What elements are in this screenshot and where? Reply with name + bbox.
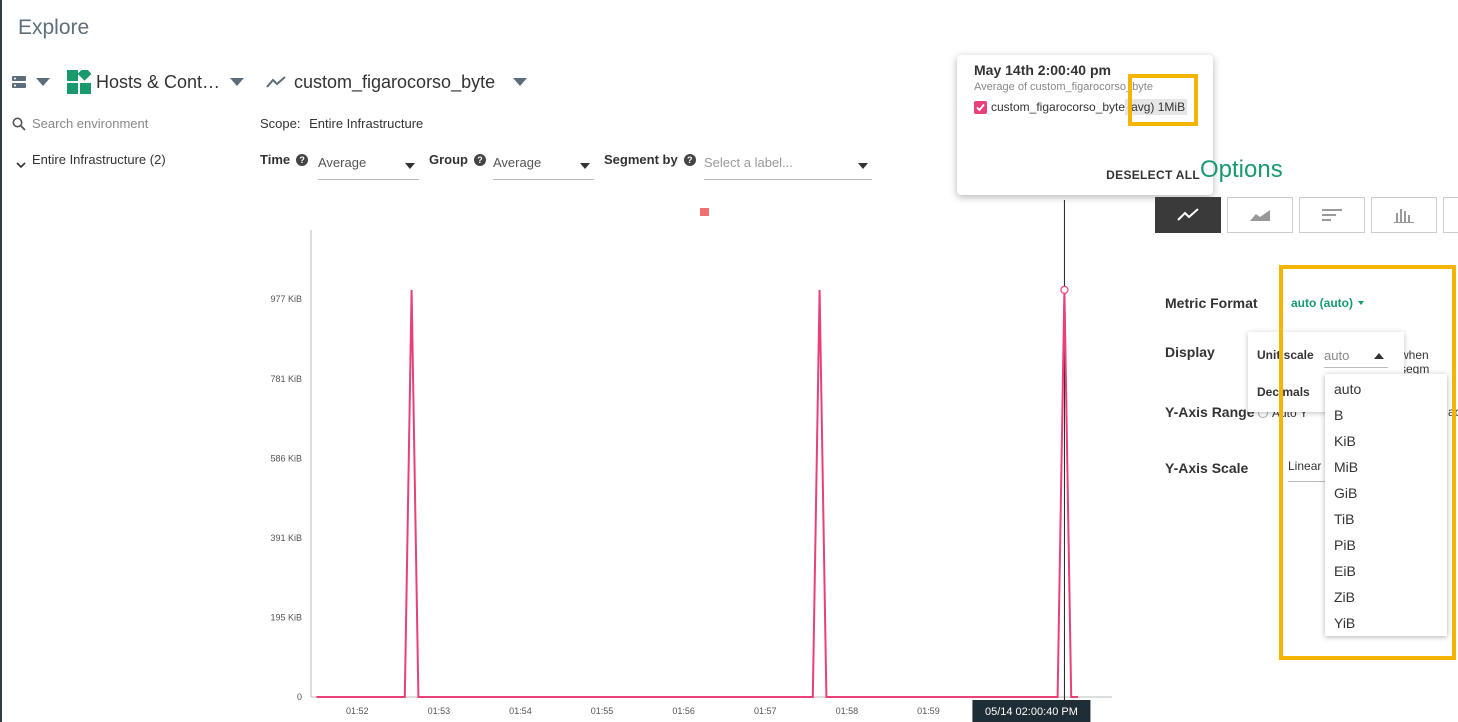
y-tick-label: 586 KiB	[270, 453, 302, 463]
time-filter: Time ?	[260, 152, 309, 167]
view-switcher[interactable]	[12, 66, 50, 98]
chevron-down-icon	[36, 78, 50, 86]
toplist-icon	[1322, 209, 1342, 221]
scope-selector-label: Hosts & Cont…	[96, 71, 221, 92]
help-icon[interactable]: ?	[474, 153, 486, 166]
hosts-containers-icon	[67, 66, 92, 94]
chart-type-area-button[interactable]	[1227, 197, 1293, 233]
help-icon[interactable]: ?	[296, 153, 309, 166]
group-aggregation-value: Average	[493, 155, 542, 170]
x-tick-label: 01:52	[346, 706, 369, 716]
y-tick-label: 977 KiB	[270, 294, 302, 304]
metric-format-label: Metric Format	[1165, 295, 1258, 311]
chevron-down-icon	[513, 78, 528, 86]
x-tick-label: 01:57	[754, 706, 777, 716]
checkmark-icon	[976, 103, 985, 111]
tooltip-subtitle: Average of custom_figarocorso_byte	[974, 81, 1153, 93]
options-panel-title: Options	[1200, 156, 1283, 183]
segment-by-select[interactable]: Select a label...	[704, 152, 872, 180]
annotation-highlight-format	[1279, 265, 1456, 660]
search-input[interactable]: Search environment	[32, 116, 148, 131]
yaxis-range-label: Y-Axis Range	[1165, 404, 1255, 420]
chevron-down-icon	[16, 156, 26, 168]
tree-item-label: Entire Infrastructure (2)	[32, 152, 166, 167]
chart-type-histogram-button[interactable]	[1371, 197, 1437, 233]
hover-time-label: 05/14 02:00:40 PM	[985, 706, 1078, 718]
search-icon	[12, 117, 26, 131]
server-icon	[12, 75, 26, 89]
y-tick-label: 195 KiB	[270, 613, 302, 623]
chart-type-toplist-button[interactable]	[1299, 197, 1365, 233]
page-title: Explore	[18, 16, 90, 39]
series-checkbox[interactable]	[974, 100, 987, 114]
time-aggregation-select[interactable]: Average	[318, 152, 419, 180]
chevron-down-icon	[580, 162, 590, 169]
deselect-all-button[interactable]: DESELECT ALL	[1106, 168, 1200, 182]
tree-item-entire-infrastructure[interactable]: Entire Infrastructure (2)	[16, 152, 166, 168]
line-chart-icon	[1177, 208, 1199, 221]
help-icon[interactable]: ?	[683, 153, 696, 166]
tooltip-series-label: custom_figarocorso_byte	[991, 100, 1126, 114]
scope-value: Entire Infrastructure	[309, 116, 424, 131]
group-label: Group	[429, 152, 468, 167]
chart-type-more-button[interactable]	[1443, 197, 1458, 233]
environment-search[interactable]: Search environment	[12, 116, 148, 131]
x-tick-label: 01:58	[836, 706, 859, 716]
hover-point-marker	[1060, 285, 1069, 294]
y-tick-label: 0	[297, 692, 302, 702]
segment-label: Segment by	[604, 152, 678, 167]
x-tick-label: 01:54	[509, 706, 532, 716]
metric-selector-label: custom_figarocorso_byte	[294, 71, 496, 92]
scope-selector[interactable]: Hosts & Cont…	[67, 66, 245, 98]
chart-type-line-button[interactable]	[1155, 197, 1221, 233]
group-filter: Group ?	[429, 152, 486, 167]
metric-selector[interactable]: custom_figarocorso_byte	[266, 66, 528, 98]
segment-filter: Segment by ?	[604, 152, 696, 167]
chevron-down-icon	[405, 162, 415, 169]
display-label: Display	[1165, 344, 1215, 360]
x-tick-label: 01:55	[591, 706, 614, 716]
y-tick-label: 391 KiB	[270, 533, 302, 543]
chevron-down-icon	[858, 162, 868, 169]
yaxis-scale-label: Y-Axis Scale	[1165, 460, 1249, 476]
scope-display: Scope: Entire Infrastructure	[260, 116, 423, 131]
area-chart-icon	[1250, 210, 1270, 221]
segment-by-placeholder: Select a label...	[704, 155, 793, 170]
window-frame-left	[0, 0, 2, 722]
y-tick-label: 781 KiB	[270, 374, 302, 384]
line-chart-icon	[266, 75, 286, 89]
scope-label: Scope:	[260, 116, 301, 131]
x-tick-label: 01:56	[672, 706, 695, 716]
histogram-icon	[1394, 209, 1414, 223]
annotation-highlight-value	[1128, 74, 1198, 126]
group-aggregation-select[interactable]: Average	[493, 152, 594, 180]
time-label: Time	[260, 152, 291, 167]
tooltip-timestamp: May 14th 2:00:40 pm	[974, 62, 1111, 78]
line-chart: 0 195 KiB 391 KiB 586 KiB 781 KiB 977 KiB 01:5…	[270, 200, 1112, 722]
series-line[interactable]	[316, 289, 1078, 698]
x-tick-label: 01:53	[428, 706, 451, 716]
time-aggregation-value: Average	[318, 155, 367, 170]
x-tick-label: 01:59	[917, 706, 940, 716]
chevron-down-icon	[230, 78, 245, 86]
